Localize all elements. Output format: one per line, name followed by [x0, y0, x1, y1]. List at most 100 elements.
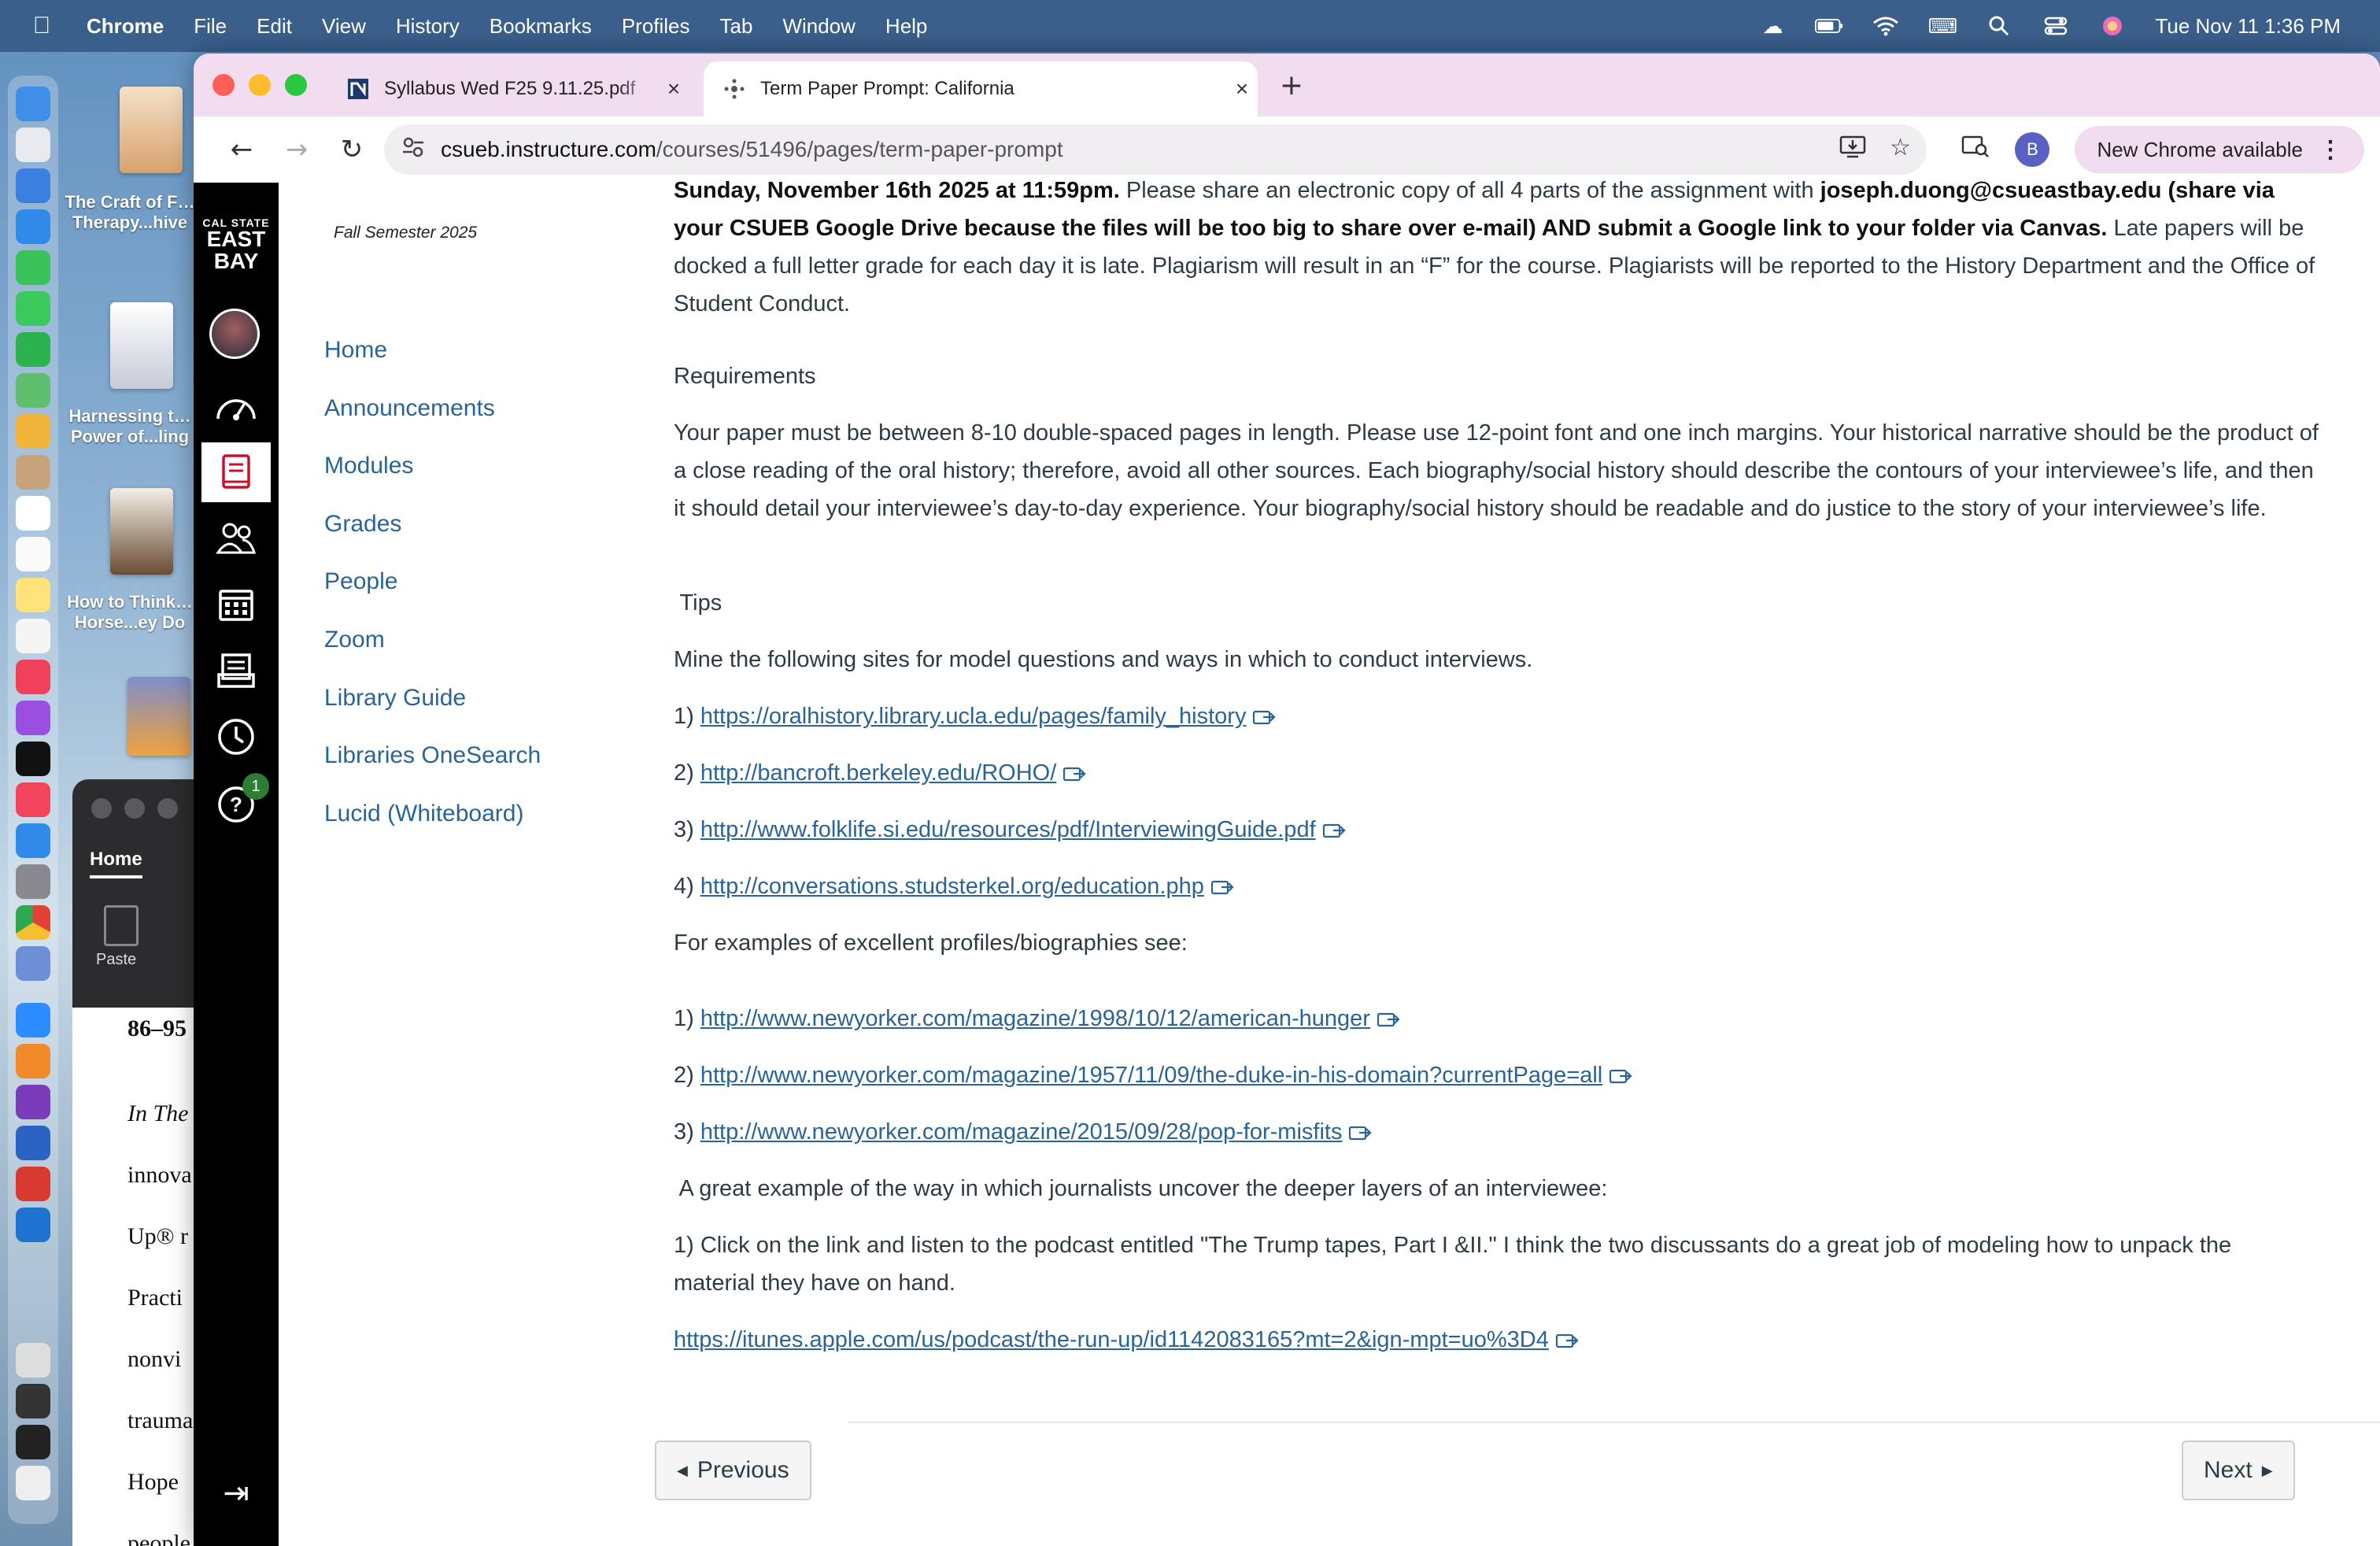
recent-window-icon[interactable]	[16, 1343, 50, 1378]
csueb-logo[interactable]: CAL STATE EAST BAY	[200, 217, 272, 272]
window-zoom-button[interactable]	[285, 74, 307, 96]
podcasts-icon[interactable]	[16, 701, 50, 735]
preview-icon[interactable]	[16, 946, 50, 981]
menu-window[interactable]: Window	[782, 14, 855, 39]
recent-window-icon[interactable]	[16, 1466, 50, 1500]
creative-cloud-icon[interactable]: ☁	[1758, 14, 1787, 38]
kebab-menu-icon[interactable]: ⋮	[2319, 136, 2342, 164]
new-tab-button[interactable]: +	[1272, 66, 1311, 105]
forward-arrow-icon[interactable]: →	[275, 128, 318, 171]
course-nav-zoom[interactable]: Zoom	[324, 627, 385, 653]
ribbon-tab-home[interactable]: Home	[90, 849, 142, 878]
window-close-button[interactable]	[91, 798, 112, 819]
window-minimize-button[interactable]	[124, 798, 145, 819]
menu-history[interactable]: History	[396, 14, 460, 39]
course-nav-grades[interactable]: Grades	[324, 511, 401, 538]
mail-icon[interactable]	[16, 168, 50, 203]
reminders-icon[interactable]	[16, 537, 50, 571]
maps-icon[interactable]	[16, 373, 50, 408]
keyboard-icon[interactable]: ⌨	[1928, 14, 1958, 38]
install-app-icon[interactable]	[1839, 134, 1866, 165]
example-link[interactable]: http://www.newyorker.com/magazine/1957/1…	[700, 1063, 1602, 1088]
tab-search-icon[interactable]	[1961, 134, 1990, 165]
tab-term-paper-prompt[interactable]: Term Paper Prompt: California ×	[704, 61, 1258, 117]
inbox-icon[interactable]	[201, 641, 271, 701]
desktop-file-label[interactable]: Harnessing t… Power of...ling	[65, 406, 195, 447]
messages-icon[interactable]	[16, 291, 50, 326]
instructor-email[interactable]: joseph.duong@csueastbay.edu	[1820, 178, 2162, 203]
tv-icon[interactable]	[16, 742, 50, 776]
recent-window-icon[interactable]	[16, 1425, 50, 1459]
interview-link[interactable]: https://oralhistory.library.ucla.edu/pag…	[700, 704, 1247, 729]
word-icon[interactable]	[16, 1126, 50, 1160]
interview-link[interactable]: http://bancroft.berkeley.edu/ROHO/	[700, 760, 1056, 786]
interview-link[interactable]: http://conversations.studsterkel.org/edu…	[700, 874, 1204, 899]
bookmark-star-icon[interactable]: ☆	[1890, 134, 1911, 165]
siri-icon[interactable]	[2098, 14, 2127, 38]
notes-icon[interactable]	[16, 578, 50, 612]
desktop-file-thumbnail[interactable]	[128, 677, 190, 756]
whatsapp-icon[interactable]	[16, 332, 50, 367]
desktop-file-thumbnail[interactable]	[110, 302, 173, 389]
example-link[interactable]: http://www.newyorker.com/magazine/1998/1…	[700, 1006, 1370, 1031]
window-minimize-button[interactable]	[249, 74, 271, 96]
course-nav-people[interactable]: People	[324, 568, 397, 595]
menu-help[interactable]: Help	[885, 14, 927, 39]
account-avatar[interactable]	[209, 309, 260, 359]
freeform-icon[interactable]	[16, 619, 50, 653]
tab-close-icon[interactable]: ×	[658, 76, 689, 102]
desktop-file-thumbnail[interactable]	[120, 87, 183, 173]
paste-icon[interactable]	[104, 905, 139, 946]
menu-edit[interactable]: Edit	[257, 14, 292, 39]
battery-icon[interactable]	[1815, 14, 1843, 38]
calendar-icon[interactable]	[16, 496, 50, 531]
recent-window-icon[interactable]	[16, 1384, 50, 1418]
menu-bookmarks[interactable]: Bookmarks	[490, 14, 592, 39]
apple-menu-icon[interactable]: 	[20, 13, 63, 39]
collapse-nav-icon[interactable]: ⇥	[211, 1474, 261, 1513]
photos-icon[interactable]	[16, 414, 50, 449]
acrobat-icon[interactable]	[16, 1167, 50, 1201]
tab-close-icon[interactable]: ×	[1226, 76, 1258, 102]
outlook-icon[interactable]	[16, 1208, 50, 1242]
profile-avatar[interactable]: B	[2015, 132, 2050, 167]
desktop-file-label[interactable]: How to Think… Horse...ey Do	[65, 592, 195, 633]
news-icon[interactable]	[16, 782, 50, 817]
menu-profiles[interactable]: Profiles	[622, 14, 690, 39]
new-chrome-available-button[interactable]: New Chrome available ⋮	[2075, 126, 2364, 173]
history-clock-icon[interactable]	[201, 707, 271, 767]
menu-file[interactable]: File	[194, 14, 227, 39]
reload-icon[interactable]: ↻	[331, 128, 373, 171]
spotlight-search-icon[interactable]	[1985, 14, 2013, 38]
groups-icon[interactable]	[201, 509, 271, 568]
dashboard-icon[interactable]	[201, 376, 271, 436]
desktop-file-thumbnail[interactable]	[110, 488, 173, 575]
desktop-file-label[interactable]: The Craft of F… Therapy...hive	[65, 192, 195, 233]
site-settings-icon[interactable]	[401, 135, 433, 165]
system-settings-icon[interactable]	[16, 864, 50, 899]
courses-icon[interactable]	[201, 442, 271, 502]
back-arrow-icon[interactable]: ←	[220, 128, 263, 171]
menu-app-name[interactable]: Chrome	[87, 14, 164, 39]
safari-icon[interactable]	[16, 209, 50, 244]
menu-view[interactable]: View	[322, 14, 366, 39]
zoom-icon[interactable]	[16, 1003, 50, 1037]
finder-icon[interactable]	[16, 87, 50, 121]
menu-tab[interactable]: Tab	[720, 14, 753, 39]
chrome-icon[interactable]	[16, 905, 50, 940]
books-icon[interactable]	[16, 1044, 50, 1078]
course-nav-library-guide[interactable]: Library Guide	[324, 685, 466, 712]
facetime-icon[interactable]	[16, 250, 50, 285]
address-bar[interactable]: csueb.instructure.com/courses/51496/page…	[384, 124, 1927, 175]
control-center-icon[interactable]	[2042, 14, 2070, 38]
example-link[interactable]: http://www.newyorker.com/magazine/2015/0…	[700, 1119, 1343, 1145]
course-nav-modules[interactable]: Modules	[324, 453, 413, 479]
course-nav-libraries-onesearch[interactable]: Libraries OneSearch	[324, 742, 541, 769]
calendar-icon[interactable]	[201, 575, 271, 634]
course-nav-home[interactable]: Home	[324, 337, 387, 364]
launchpad-icon[interactable]	[16, 128, 50, 162]
previous-button[interactable]: ◀ Previous	[655, 1441, 811, 1500]
course-nav-announcements[interactable]: Announcements	[324, 395, 495, 422]
menu-clock[interactable]: Tue Nov 11 1:36 PM	[2155, 14, 2341, 39]
window-zoom-button[interactable]	[157, 798, 178, 819]
